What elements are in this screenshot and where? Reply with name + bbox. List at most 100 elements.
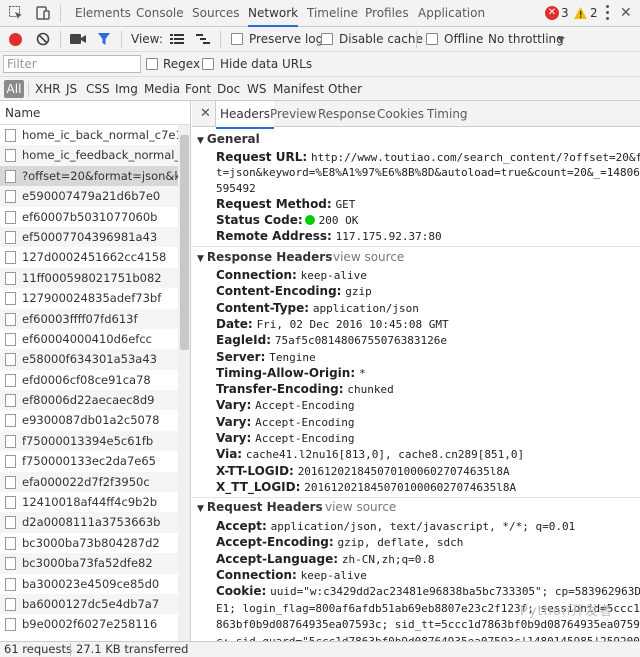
toolbar-separator [220,31,221,48]
request-row[interactable]: 11ff000598021751b082 [0,267,178,289]
regex-label[interactable]: Regex [163,52,200,77]
tab-profiles[interactable]: Profiles [365,0,409,27]
request-row[interactable]: ef60003ffff07fd613f [0,308,178,329]
type-filter-manifest[interactable]: Manifest [273,77,324,101]
request-row[interactable]: bc3000ba73b804287d2 [0,533,178,553]
request-row[interactable]: b9e0002f6027e258116 [0,614,178,634]
request-url-value-cont: 595492 [216,182,256,195]
header-key: Accept-Encoding: [216,535,334,550]
close-devtools-icon[interactable]: ✕ [620,0,632,27]
large-rows-icon[interactable] [170,33,184,45]
hide-data-urls-checkbox[interactable] [202,58,214,70]
offline-label[interactable]: Offline [444,27,483,52]
header-key: Connection: [216,567,297,582]
request-row[interactable]: e9300087db01a2c5078 [0,410,178,430]
throttling-select[interactable]: No throttling [488,27,564,52]
error-count[interactable]: 3 [561,0,569,27]
preserve-log-checkbox[interactable] [231,33,243,45]
filter-icon[interactable] [97,32,111,46]
type-filter-img[interactable]: Img [115,77,138,101]
request-row[interactable]: ba6000127dc5e4db7a7 [0,593,178,615]
request-row[interactable]: 127d0002451662cc4158 [0,247,178,267]
warning-icon[interactable] [573,6,588,20]
filter-input[interactable]: Filter [3,55,141,73]
warning-count[interactable]: 2 [590,0,598,27]
clear-icon[interactable] [36,32,50,46]
offline-checkbox[interactable] [426,33,438,45]
tab-timing[interactable]: Timing [427,101,468,127]
type-filter-ws[interactable]: WS [247,77,266,101]
disable-cache-label[interactable]: Disable cache [339,27,423,52]
request-row[interactable]: bc3000ba73fa52dfe82 [0,553,178,574]
more-menu-icon[interactable] [606,4,610,22]
request-list: home_ic_back_normal_c7e1... home_ic_feedb… [0,125,178,635]
general-section-header[interactable]: ▼ General [197,132,260,146]
request-row[interactable]: ef60007b5031077060b [0,207,178,227]
name-column-header[interactable]: Name [0,101,190,125]
inspect-element-icon[interactable] [8,5,24,21]
request-row[interactable]: ef60004000410d6efcc [0,329,178,349]
request-row[interactable]: e590007479a21d6b7e0 [0,186,178,207]
request-row[interactable]: e58000f634301a53a43 [0,349,178,370]
request-row[interactable]: d2a0008111a3753663b [0,512,178,533]
camera-icon[interactable] [70,33,86,45]
file-icon [5,251,16,265]
tab-response[interactable]: Response [318,101,376,127]
device-toolbar-icon[interactable] [35,5,51,21]
type-filter-row: All XHR JS CSS Img Media Font Doc WS Man… [0,77,640,101]
type-filter-media[interactable]: Media [144,77,180,101]
collapse-triangle-icon[interactable]: ▼ [197,136,204,146]
request-view-source-link[interactable]: view source [325,500,396,514]
tab-sources[interactable]: Sources [192,0,239,27]
request-row[interactable]: home_ic_back_normal_c7e1... [0,125,178,145]
collapse-triangle-icon[interactable]: ▼ [197,504,204,514]
header-key: Accept: [216,519,267,533]
type-filter-all[interactable]: All [4,80,24,98]
response-view-source-link[interactable]: view source [333,250,404,264]
type-filter-doc[interactable]: Doc [217,77,240,101]
request-row[interactable]: ba300023e4509ce85d0 [0,574,178,594]
request-row[interactable]: efd0006cf08ce91ca78 [0,370,178,390]
tab-application[interactable]: Application [418,0,485,27]
status-separator [70,643,71,656]
request-row[interactable]: home_ic_feedback_normal_... [0,145,178,166]
type-filter-js[interactable]: JS [66,77,77,101]
request-row[interactable]: 12410018af44ff4c9b2b [0,492,178,512]
error-icon[interactable]: ✕ [545,6,559,20]
close-detail-icon[interactable]: ✕ [200,101,211,127]
response-headers-section-header[interactable]: ▼ Response Headers [197,250,332,264]
file-icon [5,455,16,469]
tab-timeline[interactable]: Timeline [307,0,358,27]
type-filter-css[interactable]: CSS [86,77,110,101]
request-row[interactable]: ef50007704396981a43 [0,226,178,248]
request-row[interactable]: efa000022d7f2f3950c [0,471,178,493]
tab-headers[interactable]: Headers [216,101,274,129]
type-filter-xhr[interactable]: XHR [35,77,61,101]
tab-elements[interactable]: Elements [75,0,131,27]
tab-preview[interactable]: Preview [270,101,317,127]
detail-tabbar: ✕ Headers Preview Response Cookies Timin… [192,101,640,129]
waterfall-icon[interactable] [196,33,210,45]
request-row[interactable]: 127900024835adef73bf [0,288,178,308]
scrollbar-thumb[interactable] [180,135,189,350]
collapse-triangle-icon[interactable]: ▼ [197,254,204,264]
tab-network[interactable]: Network [248,0,299,27]
preserve-log-label[interactable]: Preserve log [249,27,323,52]
request-row[interactable]: ?offset=20&format=json&k... [0,165,178,187]
request-row[interactable]: f750000133ec2da7e65 [0,451,178,471]
request-row[interactable]: f75000013394e5c61fb [0,430,178,452]
file-icon [5,230,16,244]
tab-cookies[interactable]: Cookies [377,101,424,127]
header-value: Fri, 02 Dec 2016 10:45:08 GMT [256,317,449,331]
request-row[interactable]: ef80006d22aecaec8d9 [0,390,178,411]
type-filter-font[interactable]: Font [185,77,211,101]
disable-cache-checkbox[interactable] [321,33,333,45]
hide-data-urls-label[interactable]: Hide data URLs [220,52,312,77]
regex-checkbox[interactable] [146,58,158,70]
request-headers-section-header[interactable]: ▼ Request Headers [197,500,323,514]
record-icon[interactable] [9,33,22,46]
type-filter-other[interactable]: Other [328,77,362,101]
header-key: Cookie: [216,584,267,599]
tab-console[interactable]: Console [136,0,184,27]
chevron-down-icon[interactable] [557,37,565,42]
